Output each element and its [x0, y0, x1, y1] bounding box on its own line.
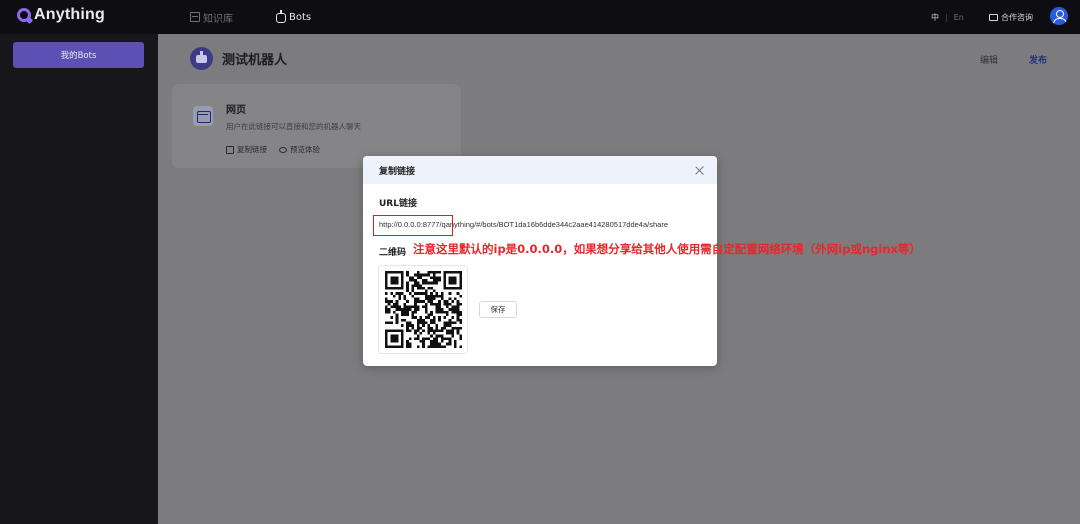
lang-zh[interactable]: 中 — [931, 12, 939, 23]
contact-label: 合作咨询 — [1001, 12, 1033, 22]
modal-title: 复制链接 — [379, 167, 416, 177]
app-logo[interactable]: Anything — [17, 6, 105, 24]
webpage-icon — [193, 106, 213, 126]
nav-bots[interactable]: Bots — [276, 0, 311, 34]
card-title: 网页 — [226, 105, 246, 116]
user-avatar-icon[interactable] — [1050, 7, 1068, 25]
annotation-note: 注意这里默认的ip是0.0.0.0，如果想分享给其他人使用需自定配置网络环境（外… — [413, 242, 921, 256]
nav-knowledge-base[interactable]: 知识库 — [190, 0, 233, 34]
edit-button[interactable]: 编辑 — [980, 53, 998, 66]
lang-en[interactable]: En — [954, 13, 964, 22]
card-description: 用户在此链接可以直接和您的机器人聊天 — [226, 122, 361, 131]
nav-bots-label: Bots — [289, 11, 312, 23]
sidebar: 我的Bots — [0, 34, 158, 524]
qr-code — [385, 271, 462, 348]
url-label: URL链接 — [379, 199, 417, 209]
top-bar: Anything 知识库 Bots 中 | En 合作咨询 — [0, 0, 1080, 34]
lang-separator: | — [945, 12, 948, 22]
annotation-highlight-box — [373, 215, 453, 236]
knowledge-base-icon — [190, 12, 200, 22]
save-button[interactable]: 保存 — [479, 301, 517, 318]
qr-label: 二维码 — [379, 248, 407, 258]
mail-icon — [989, 13, 998, 21]
language-switch: 中 | En — [931, 0, 964, 34]
page-title: 测试机器人 — [222, 53, 288, 68]
publish-tab[interactable]: 发布 — [1029, 53, 1047, 66]
logo-icon — [17, 8, 31, 22]
brand-name: Anything — [34, 6, 105, 23]
my-bots-button[interactable]: 我的Bots — [13, 42, 144, 68]
modal-header — [363, 156, 717, 184]
eye-icon — [279, 146, 287, 153]
nav-knowledge-base-label: 知识库 — [203, 13, 233, 25]
preview-button[interactable]: 预览体验 — [279, 144, 320, 155]
bot-avatar — [190, 47, 213, 70]
bot-icon — [276, 10, 286, 23]
copy-link-button[interactable]: 复制链接 — [226, 144, 267, 155]
copy-link-label: 复制链接 — [237, 145, 267, 154]
copy-icon — [226, 145, 234, 154]
close-icon[interactable] — [694, 165, 706, 177]
preview-label: 预览体验 — [290, 145, 320, 154]
contact-link[interactable]: 合作咨询 — [989, 0, 1033, 34]
